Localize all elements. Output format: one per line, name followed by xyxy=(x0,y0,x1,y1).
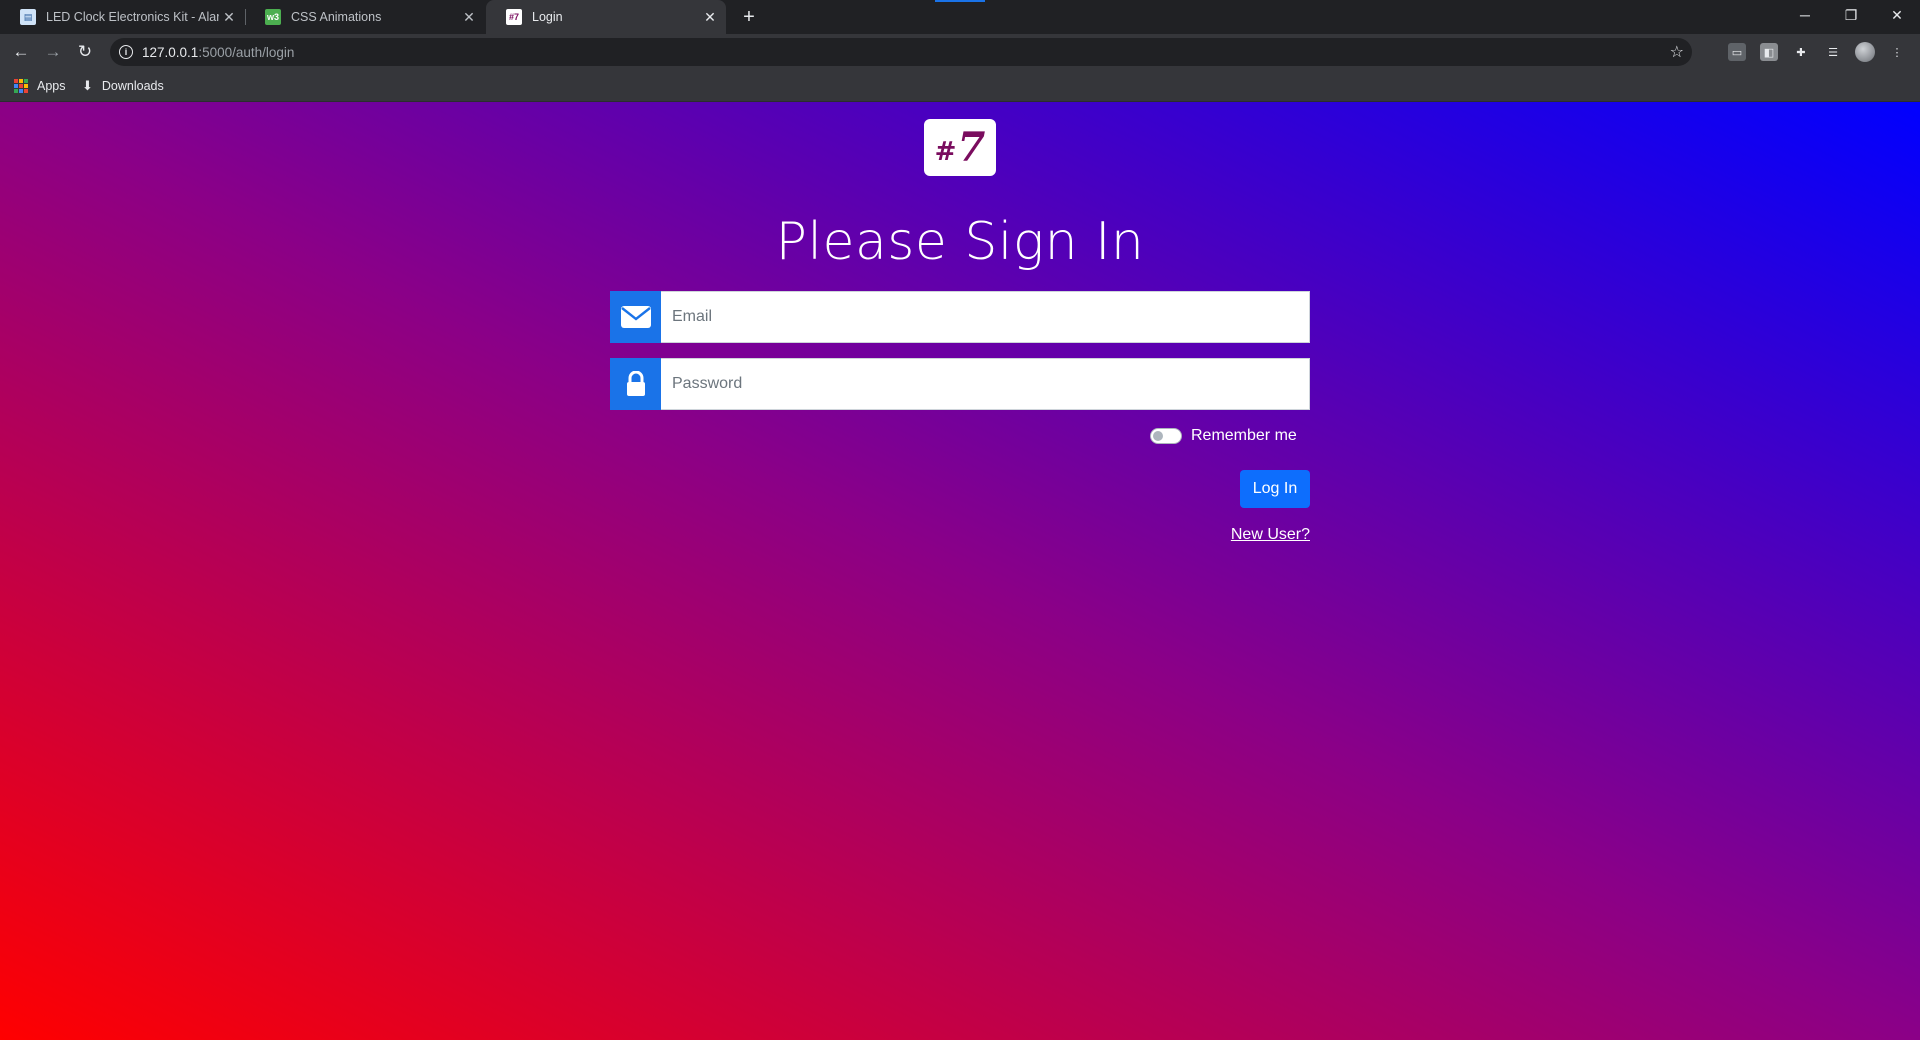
download-icon: ⬇ xyxy=(82,78,93,93)
page-title: Please Sign In xyxy=(775,212,1145,272)
tab-title: Login xyxy=(532,10,563,24)
close-tab-icon[interactable]: ✕ xyxy=(219,7,239,27)
site-info-icon[interactable]: i xyxy=(119,45,133,59)
password-input[interactable] xyxy=(661,358,1310,410)
close-tab-icon[interactable]: ✕ xyxy=(459,7,479,27)
tab-title: LED Clock Electronics Kit - Alarm xyxy=(46,10,219,24)
site-logo[interactable]: # 7 xyxy=(924,119,996,176)
tab-title: CSS Animations xyxy=(291,10,382,24)
tab-css-animations[interactable]: w3 CSS Animations ✕ xyxy=(245,0,485,34)
remember-me-label: Remember me xyxy=(1191,427,1297,444)
password-field-group xyxy=(610,358,1310,410)
reload-button[interactable]: ↻ xyxy=(72,39,98,65)
new-user-link[interactable]: New User? xyxy=(1160,526,1310,544)
bookmark-downloads[interactable]: ⬇ Downloads xyxy=(82,77,164,95)
tab-login[interactable]: #7 Login ✕ xyxy=(486,0,726,34)
logo-seven: 7 xyxy=(957,124,986,171)
bookmark-label: Downloads xyxy=(101,79,164,93)
minimize-button[interactable]: ─ xyxy=(1782,0,1828,30)
bookmark-apps[interactable]: Apps xyxy=(14,77,66,95)
email-input[interactable] xyxy=(661,291,1310,343)
w3-favicon-icon: w3 xyxy=(265,9,281,25)
login-button[interactable]: Log In xyxy=(1240,470,1310,508)
tab-strip-indicator xyxy=(935,0,985,2)
profile-avatar-icon[interactable] xyxy=(1855,42,1875,62)
tab-strip: ▤ LED Clock Electronics Kit - Alarm ✕ w3… xyxy=(0,0,1920,34)
page-favicon-icon: ▤ xyxy=(20,9,36,25)
menu-icon[interactable]: ⋮ xyxy=(1888,43,1906,61)
forward-button[interactable]: → xyxy=(40,39,66,65)
bookmarks-bar: Apps ⬇ Downloads xyxy=(0,70,1920,102)
url-path: :5000/auth/login xyxy=(198,44,295,60)
logo-hash: # xyxy=(934,136,957,167)
new-tab-button[interactable]: + xyxy=(737,5,761,29)
tab-led-clock[interactable]: ▤ LED Clock Electronics Kit - Alarm ✕ xyxy=(0,0,245,34)
hash7-favicon-icon: #7 xyxy=(506,9,522,25)
extension-icon[interactable]: ◧ xyxy=(1760,43,1778,61)
bookmark-label: Apps xyxy=(37,79,66,93)
remember-me[interactable]: Remember me xyxy=(1150,425,1297,447)
apps-grid-icon xyxy=(14,79,28,93)
reading-list-icon[interactable]: ☰ xyxy=(1824,43,1842,61)
close-window-button[interactable]: ✕ xyxy=(1874,0,1920,30)
envelope-icon xyxy=(610,291,661,343)
url-host: 127.0.0.1 xyxy=(142,44,199,60)
extension-icon[interactable]: ▭ xyxy=(1728,43,1746,61)
bookmark-star-icon[interactable]: ☆ xyxy=(1670,42,1684,62)
restore-button[interactable]: ❐ xyxy=(1828,0,1874,30)
login-page: # 7 Please Sign In Remember me Log In Ne… xyxy=(0,102,1920,1040)
remember-me-toggle[interactable] xyxy=(1150,428,1182,444)
lock-icon xyxy=(610,358,661,410)
email-field-group xyxy=(610,291,1310,343)
back-button[interactable]: ← xyxy=(8,39,34,65)
address-bar[interactable]: i 127.0.0.1 :5000/auth/login ☆ xyxy=(110,38,1692,66)
browser-toolbar: ← → ↻ i 127.0.0.1 :5000/auth/login ☆ ▭ ◧… xyxy=(0,34,1920,70)
close-tab-icon[interactable]: ✕ xyxy=(700,7,720,27)
puzzle-icon[interactable]: ✚ xyxy=(1792,43,1810,61)
